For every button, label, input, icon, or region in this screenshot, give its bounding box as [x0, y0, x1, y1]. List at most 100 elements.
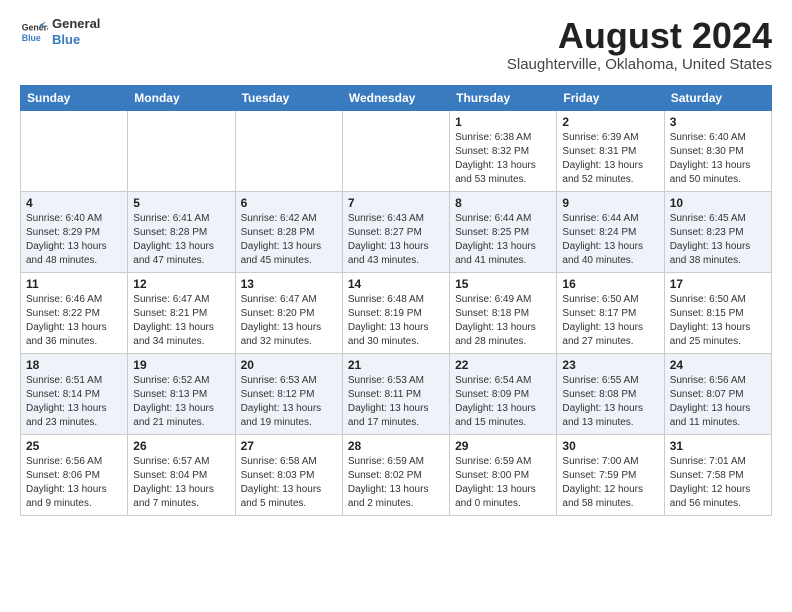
day-info: Sunrise: 6:56 AM Sunset: 8:06 PM Dayligh…	[26, 455, 122, 511]
day-info: Sunrise: 6:44 AM Sunset: 8:24 PM Dayligh…	[562, 212, 658, 268]
day-info: Sunrise: 6:42 AM Sunset: 8:28 PM Dayligh…	[241, 212, 337, 268]
page-header: General Blue General Blue August 2024 Sl…	[20, 16, 772, 73]
day-number: 23	[562, 358, 658, 372]
weekday-header-saturday: Saturday	[664, 85, 771, 110]
day-info: Sunrise: 6:47 AM Sunset: 8:20 PM Dayligh…	[241, 293, 337, 349]
day-number: 2	[562, 115, 658, 129]
day-number: 30	[562, 439, 658, 453]
day-info: Sunrise: 6:55 AM Sunset: 8:08 PM Dayligh…	[562, 374, 658, 430]
calendar-cell: 31Sunrise: 7:01 AM Sunset: 7:58 PM Dayli…	[664, 434, 771, 515]
day-info: Sunrise: 6:59 AM Sunset: 8:00 PM Dayligh…	[455, 455, 551, 511]
day-number: 5	[133, 196, 229, 210]
day-info: Sunrise: 6:53 AM Sunset: 8:12 PM Dayligh…	[241, 374, 337, 430]
weekday-header-sunday: Sunday	[21, 85, 128, 110]
calendar-week-row: 18 Sunrise: 6:51 AM Sunset: 8:14 PM Dayli…	[21, 353, 772, 434]
day-number: 11	[26, 277, 122, 291]
calendar-cell: 4 Sunrise: 6:40 AM Sunset: 8:29 PM Daylig…	[21, 191, 128, 272]
calendar-cell: 13Sunrise: 6:47 AM Sunset: 8:20 PM Dayli…	[235, 272, 342, 353]
calendar-cell: 6 Sunrise: 6:42 AM Sunset: 8:28 PM Daylig…	[235, 191, 342, 272]
calendar-week-row: 11 Sunrise: 6:46 AM Sunset: 8:22 PM Dayli…	[21, 272, 772, 353]
day-info: Sunrise: 6:51 AM Sunset: 8:14 PM Dayligh…	[26, 374, 122, 430]
day-info: Sunrise: 6:46 AM Sunset: 8:22 PM Dayligh…	[26, 293, 122, 349]
calendar-cell: 23 Sunrise: 6:55 AM Sunset: 8:08 PM Dayli…	[557, 353, 664, 434]
day-number: 18	[26, 358, 122, 372]
weekday-header-monday: Monday	[128, 85, 235, 110]
day-info: Sunrise: 6:40 AM Sunset: 8:30 PM Dayligh…	[670, 131, 766, 187]
day-info: Sunrise: 6:45 AM Sunset: 8:23 PM Dayligh…	[670, 212, 766, 268]
calendar-cell: 2Sunrise: 6:39 AM Sunset: 8:31 PM Daylig…	[557, 110, 664, 191]
month-year-title: August 2024	[507, 16, 772, 56]
calendar-cell: 27Sunrise: 6:58 AM Sunset: 8:03 PM Dayli…	[235, 434, 342, 515]
logo-text-general: General	[52, 16, 100, 32]
calendar-cell: 29 Sunrise: 6:59 AM Sunset: 8:00 PM Dayli…	[450, 434, 557, 515]
calendar-cell	[342, 110, 449, 191]
day-info: Sunrise: 6:49 AM Sunset: 8:18 PM Dayligh…	[455, 293, 551, 349]
logo: General Blue General Blue	[20, 16, 100, 47]
day-number: 9	[562, 196, 658, 210]
day-info: Sunrise: 6:53 AM Sunset: 8:11 PM Dayligh…	[348, 374, 444, 430]
day-number: 22	[455, 358, 551, 372]
day-number: 17	[670, 277, 766, 291]
day-number: 21	[348, 358, 444, 372]
day-number: 7	[348, 196, 444, 210]
calendar-cell: 3 Sunrise: 6:40 AM Sunset: 8:30 PM Daylig…	[664, 110, 771, 191]
calendar-cell: 15Sunrise: 6:49 AM Sunset: 8:18 PM Dayli…	[450, 272, 557, 353]
location-subtitle: Slaughterville, Oklahoma, United States	[507, 56, 772, 73]
calendar-cell: 7 Sunrise: 6:43 AM Sunset: 8:27 PM Daylig…	[342, 191, 449, 272]
calendar-cell: 5 Sunrise: 6:41 AM Sunset: 8:28 PM Daylig…	[128, 191, 235, 272]
day-info: Sunrise: 6:44 AM Sunset: 8:25 PM Dayligh…	[455, 212, 551, 268]
calendar-cell: 24Sunrise: 6:56 AM Sunset: 8:07 PM Dayli…	[664, 353, 771, 434]
calendar-cell: 1Sunrise: 6:38 AM Sunset: 8:32 PM Daylig…	[450, 110, 557, 191]
day-info: Sunrise: 6:59 AM Sunset: 8:02 PM Dayligh…	[348, 455, 444, 511]
day-info: Sunrise: 6:50 AM Sunset: 8:15 PM Dayligh…	[670, 293, 766, 349]
weekday-header-row: SundayMondayTuesdayWednesdayThursdayFrid…	[21, 85, 772, 110]
day-info: Sunrise: 7:00 AM Sunset: 7:59 PM Dayligh…	[562, 455, 658, 511]
day-info: Sunrise: 6:52 AM Sunset: 8:13 PM Dayligh…	[133, 374, 229, 430]
calendar-cell: 10Sunrise: 6:45 AM Sunset: 8:23 PM Dayli…	[664, 191, 771, 272]
day-number: 12	[133, 277, 229, 291]
day-number: 31	[670, 439, 766, 453]
weekday-header-thursday: Thursday	[450, 85, 557, 110]
day-info: Sunrise: 6:40 AM Sunset: 8:29 PM Dayligh…	[26, 212, 122, 268]
day-number: 4	[26, 196, 122, 210]
calendar-cell	[21, 110, 128, 191]
calendar-cell: 28 Sunrise: 6:59 AM Sunset: 8:02 PM Dayli…	[342, 434, 449, 515]
day-number: 25	[26, 439, 122, 453]
day-number: 16	[562, 277, 658, 291]
calendar-table: SundayMondayTuesdayWednesdayThursdayFrid…	[20, 85, 772, 516]
day-number: 3	[670, 115, 766, 129]
day-info: Sunrise: 6:48 AM Sunset: 8:19 PM Dayligh…	[348, 293, 444, 349]
day-number: 28	[348, 439, 444, 453]
title-block: August 2024 Slaughterville, Oklahoma, Un…	[507, 16, 772, 73]
calendar-cell: 26Sunrise: 6:57 AM Sunset: 8:04 PM Dayli…	[128, 434, 235, 515]
weekday-header-wednesday: Wednesday	[342, 85, 449, 110]
logo-icon: General Blue	[20, 18, 48, 46]
calendar-cell: 25 Sunrise: 6:56 AM Sunset: 8:06 PM Dayli…	[21, 434, 128, 515]
calendar-cell	[128, 110, 235, 191]
calendar-cell: 20Sunrise: 6:53 AM Sunset: 8:12 PM Dayli…	[235, 353, 342, 434]
day-info: Sunrise: 6:50 AM Sunset: 8:17 PM Dayligh…	[562, 293, 658, 349]
day-number: 14	[348, 277, 444, 291]
day-info: Sunrise: 6:43 AM Sunset: 8:27 PM Dayligh…	[348, 212, 444, 268]
day-number: 6	[241, 196, 337, 210]
day-info: Sunrise: 6:38 AM Sunset: 8:32 PM Dayligh…	[455, 131, 551, 187]
calendar-cell: 30 Sunrise: 7:00 AM Sunset: 7:59 PM Dayli…	[557, 434, 664, 515]
day-number: 19	[133, 358, 229, 372]
day-info: Sunrise: 6:56 AM Sunset: 8:07 PM Dayligh…	[670, 374, 766, 430]
weekday-header-tuesday: Tuesday	[235, 85, 342, 110]
logo-text-blue: Blue	[52, 32, 100, 48]
calendar-cell: 9 Sunrise: 6:44 AM Sunset: 8:24 PM Daylig…	[557, 191, 664, 272]
calendar-cell: 16 Sunrise: 6:50 AM Sunset: 8:17 PM Dayli…	[557, 272, 664, 353]
day-info: Sunrise: 6:54 AM Sunset: 8:09 PM Dayligh…	[455, 374, 551, 430]
weekday-header-friday: Friday	[557, 85, 664, 110]
calendar-cell: 17 Sunrise: 6:50 AM Sunset: 8:15 PM Dayli…	[664, 272, 771, 353]
day-number: 26	[133, 439, 229, 453]
day-info: Sunrise: 6:41 AM Sunset: 8:28 PM Dayligh…	[133, 212, 229, 268]
calendar-cell: 21 Sunrise: 6:53 AM Sunset: 8:11 PM Dayli…	[342, 353, 449, 434]
calendar-cell: 12Sunrise: 6:47 AM Sunset: 8:21 PM Dayli…	[128, 272, 235, 353]
day-number: 27	[241, 439, 337, 453]
calendar-week-row: 1Sunrise: 6:38 AM Sunset: 8:32 PM Daylig…	[21, 110, 772, 191]
calendar-week-row: 25 Sunrise: 6:56 AM Sunset: 8:06 PM Dayli…	[21, 434, 772, 515]
day-number: 29	[455, 439, 551, 453]
day-number: 8	[455, 196, 551, 210]
